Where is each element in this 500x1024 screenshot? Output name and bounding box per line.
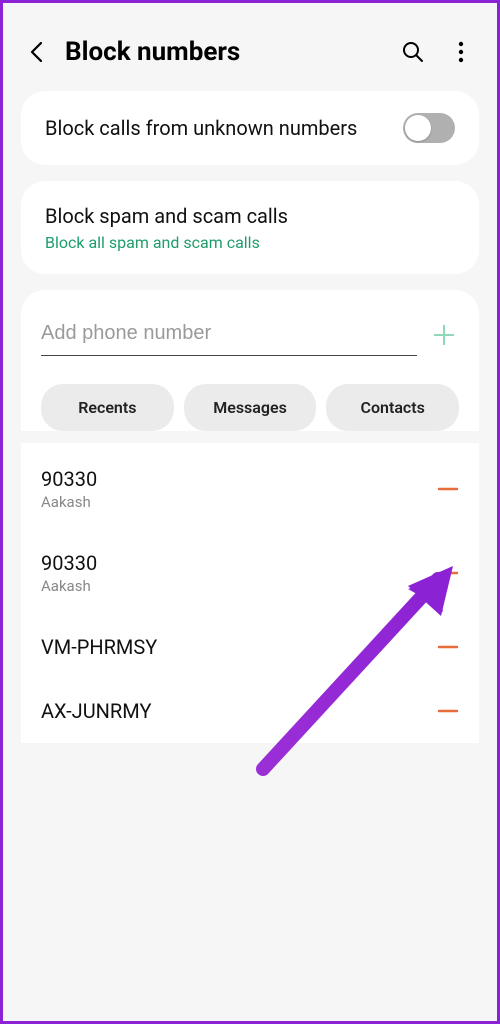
remove-icon[interactable] [437, 700, 459, 722]
more-icon[interactable] [447, 38, 475, 66]
remove-icon[interactable] [437, 562, 459, 584]
source-tabs: Recents Messages Contacts [41, 384, 459, 431]
remove-icon[interactable] [437, 636, 459, 658]
block-unknown-card[interactable]: Block calls from unknown numbers [21, 91, 479, 165]
page-title: Block numbers [65, 37, 379, 67]
item-contact-name: Aakash [41, 577, 437, 595]
list-item: 90330 Aakash [41, 531, 459, 615]
search-icon[interactable] [399, 38, 427, 66]
item-number: 90330 [41, 467, 437, 491]
back-icon[interactable] [25, 41, 47, 63]
blocked-list: 90330 Aakash 90330 Aakash VM-PHRMSY AX-JUNRMY [21, 443, 479, 743]
item-number: AX-JUNRMY [41, 699, 437, 723]
add-icon[interactable] [429, 320, 459, 350]
item-number: VM-PHRMSY [41, 635, 437, 659]
block-spam-card[interactable]: Block spam and scam calls Block all spam… [21, 181, 479, 274]
header: Block numbers [21, 21, 479, 91]
block-unknown-toggle[interactable] [403, 113, 455, 143]
item-number: 90330 [41, 551, 437, 575]
block-spam-subtitle: Block all spam and scam calls [45, 233, 455, 252]
phone-input[interactable] [41, 314, 417, 356]
item-contact-name: Aakash [41, 493, 437, 511]
tab-messages[interactable]: Messages [184, 384, 317, 431]
list-item: AX-JUNRMY [41, 679, 459, 743]
block-spam-label: Block spam and scam calls [45, 203, 455, 229]
block-unknown-label: Block calls from unknown numbers [45, 115, 357, 141]
tab-recents[interactable]: Recents [41, 384, 174, 431]
list-item: VM-PHRMSY [41, 615, 459, 679]
add-number-section: Recents Messages Contacts [21, 290, 479, 431]
list-item: 90330 Aakash [41, 447, 459, 531]
remove-icon[interactable] [437, 478, 459, 500]
tab-contacts[interactable]: Contacts [326, 384, 459, 431]
